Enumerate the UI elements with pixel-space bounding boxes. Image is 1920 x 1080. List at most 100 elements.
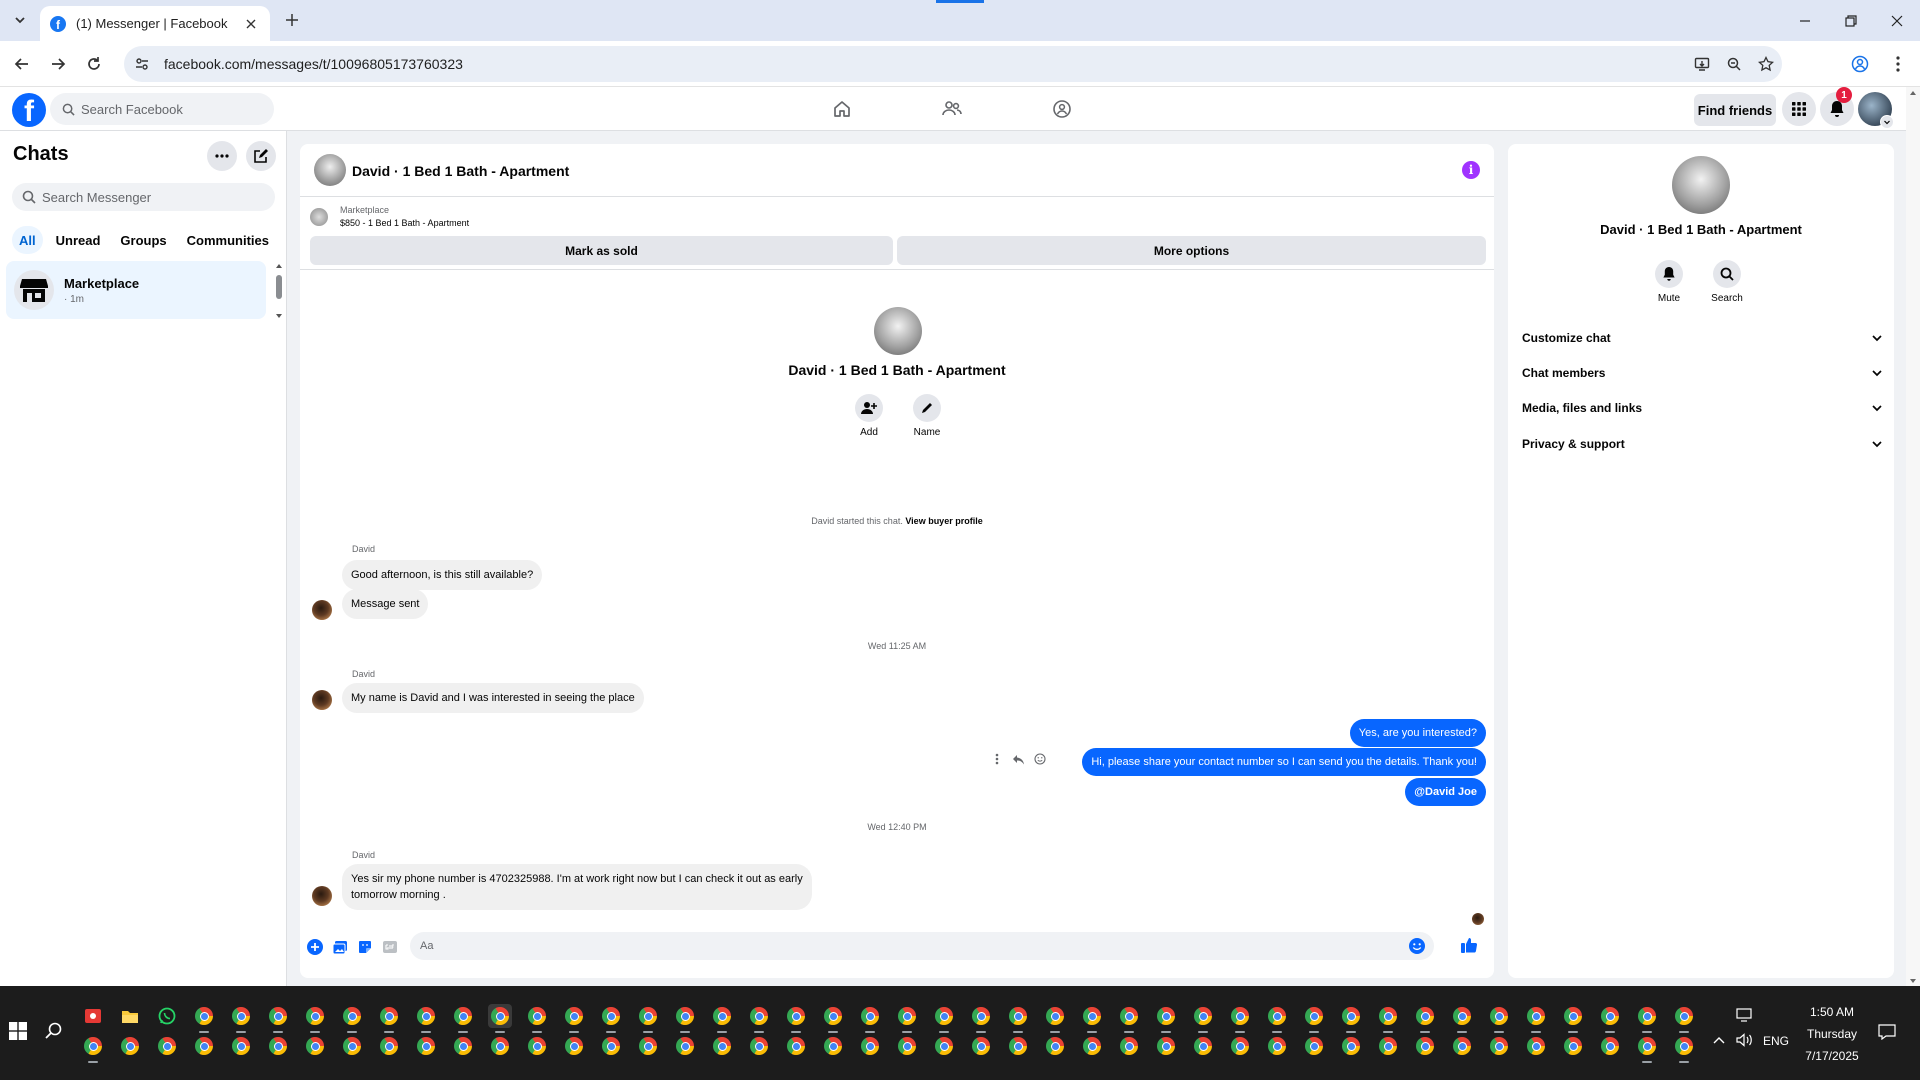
taskbar-chrome-icon[interactable] (1228, 1004, 1252, 1033)
taskbar-chrome-icon[interactable] (1561, 1034, 1585, 1058)
taskbar-chrome-icon[interactable] (895, 1004, 919, 1033)
taskbar-chrome-icon[interactable] (1672, 1034, 1696, 1063)
taskbar-chrome-icon[interactable] (1265, 1034, 1289, 1058)
taskbar-chrome-icon[interactable] (562, 1034, 586, 1058)
taskbar-chrome-icon[interactable] (784, 1034, 808, 1058)
taskbar-chrome-icon[interactable] (1376, 1034, 1400, 1058)
new-tab-button[interactable] (280, 8, 304, 32)
filter-all[interactable]: All (12, 226, 43, 254)
menu-grid-icon[interactable] (1782, 92, 1816, 126)
sticker-icon[interactable] (356, 938, 374, 956)
taskbar-chrome-icon[interactable] (1450, 1004, 1474, 1033)
incoming-message[interactable]: Yes sir my phone number is 4702325988. I… (342, 864, 812, 910)
taskbar-chrome-icon[interactable] (118, 1034, 142, 1058)
forward-button[interactable] (44, 50, 72, 78)
filter-unread[interactable]: Unread (49, 226, 108, 254)
network-notification-icon[interactable] (1736, 1007, 1754, 1023)
taskbar-chrome-icon[interactable] (155, 1034, 179, 1058)
profile-icon[interactable] (1846, 50, 1874, 78)
incoming-message[interactable]: My name is David and I was interested in… (342, 683, 644, 713)
taskbar-chrome-icon[interactable] (1561, 1004, 1585, 1033)
taskbar-chrome-icon[interactable] (969, 1034, 993, 1058)
conversation-avatar[interactable] (314, 154, 346, 186)
taskbar-chrome-icon[interactable] (303, 1034, 327, 1058)
plus-circle-icon[interactable] (306, 938, 324, 956)
messenger-search[interactable] (12, 183, 275, 211)
name-chat-action[interactable]: Name (902, 394, 952, 438)
outgoing-message[interactable]: Yes, are you interested? (1349, 719, 1486, 747)
taskbar-chrome-icon[interactable] (377, 1004, 401, 1033)
taskbar-chrome-icon[interactable] (858, 1034, 882, 1058)
taskbar-date[interactable]: 7/17/2025 (1800, 1049, 1864, 1063)
taskbar-chrome-icon[interactable] (932, 1004, 956, 1033)
taskbar-chrome-icon[interactable] (488, 1034, 512, 1058)
gif-icon[interactable] (381, 938, 399, 956)
taskbar-chrome-icon[interactable] (1228, 1034, 1252, 1058)
facebook-search-input[interactable] (81, 101, 231, 117)
media-files-links-section[interactable]: Media, files and links (1518, 392, 1888, 424)
photo-icon[interactable] (331, 938, 349, 956)
language-indicator[interactable]: ENG (1763, 1034, 1789, 1048)
taskbar-chrome-icon[interactable] (1043, 1004, 1067, 1033)
taskbar-chrome-icon[interactable] (673, 1034, 697, 1058)
account-chevron-icon[interactable] (1880, 115, 1894, 129)
taskbar-chrome-icon[interactable] (1598, 1034, 1622, 1058)
reload-button[interactable] (80, 50, 108, 78)
taskbar-chrome-icon[interactable] (1339, 1034, 1363, 1058)
taskbar-chrome-icon[interactable] (1154, 1034, 1178, 1058)
privacy-support-section[interactable]: Privacy & support (1518, 428, 1888, 460)
message-input-box[interactable] (410, 932, 1434, 960)
taskbar-chrome-icon[interactable] (1191, 1004, 1215, 1033)
taskbar-file-explorer-icon[interactable] (118, 1004, 142, 1028)
taskbar-chrome-icon[interactable] (414, 1034, 438, 1058)
facebook-search[interactable] (50, 93, 274, 125)
taskbar-whatsapp-icon[interactable] (155, 1004, 179, 1028)
minimize-button[interactable] (1782, 0, 1828, 41)
customize-chat-section[interactable]: Customize chat (1518, 322, 1888, 354)
page-scrollbar[interactable] (1906, 87, 1920, 987)
david-avatar[interactable] (312, 886, 332, 906)
mark-as-sold-button[interactable]: Mark as sold (310, 236, 893, 265)
taskbar-chrome-icon[interactable] (636, 1004, 660, 1033)
taskbar-chrome-icon[interactable] (340, 1034, 364, 1058)
tab-close-icon[interactable] (242, 15, 260, 33)
taskbar-chrome-icon[interactable] (1006, 1004, 1030, 1033)
search-in-chat-action[interactable]: Search (1702, 260, 1752, 304)
taskbar-chrome-icon[interactable] (1117, 1034, 1141, 1058)
taskbar-chrome-icon[interactable] (1080, 1034, 1104, 1058)
taskbar-chrome-icon[interactable] (1117, 1004, 1141, 1033)
taskbar-chrome-icon[interactable] (710, 1034, 734, 1058)
taskbar-search-icon[interactable] (42, 1019, 66, 1043)
home-nav-icon[interactable] (826, 93, 858, 125)
outgoing-mention-message[interactable]: @David Joe (1405, 778, 1486, 806)
taskbar-chrome-icon[interactable] (1302, 1004, 1326, 1033)
groups-nav-icon[interactable] (1046, 93, 1078, 125)
taskbar-chrome-icon[interactable] (1154, 1004, 1178, 1033)
taskbar-chrome-icon[interactable] (1635, 1004, 1659, 1033)
chats-options-button[interactable] (207, 141, 237, 171)
taskbar-chrome-icon[interactable] (1487, 1034, 1511, 1058)
info-icon[interactable]: i (1462, 161, 1480, 179)
taskbar-chrome-icon[interactable] (1413, 1004, 1437, 1033)
more-options-button[interactable]: More options (897, 236, 1486, 265)
david-avatar[interactable] (312, 690, 332, 710)
address-bar[interactable]: facebook.com/messages/t/1009680517376032… (124, 46, 1782, 82)
taskbar-chrome-icon[interactable] (673, 1004, 697, 1033)
taskbar-chrome-icon[interactable] (932, 1034, 956, 1058)
windows-start-icon[interactable] (6, 1019, 30, 1043)
details-avatar[interactable] (1672, 156, 1730, 214)
chat-list-item-marketplace[interactable]: Marketplace · 1m (6, 261, 266, 319)
back-button[interactable] (8, 50, 36, 78)
taskbar-chrome-icon[interactable] (821, 1004, 845, 1033)
taskbar-recorder-icon[interactable] (81, 1004, 105, 1028)
find-friends-button[interactable]: Find friends (1694, 94, 1776, 126)
taskbar-chrome-icon[interactable] (266, 1034, 290, 1058)
show-hidden-icons-chevron-icon[interactable] (1713, 1036, 1725, 1044)
taskbar-chrome-icon[interactable] (525, 1034, 549, 1058)
filter-groups[interactable]: Groups (113, 226, 173, 254)
react-emoji-icon[interactable] (1030, 753, 1050, 765)
conversation-title[interactable]: David · 1 Bed 1 Bath - Apartment (352, 163, 569, 179)
taskbar-chrome-icon[interactable] (451, 1004, 475, 1033)
browser-menu-icon[interactable] (1884, 50, 1912, 78)
taskbar-chrome-icon[interactable] (1672, 1004, 1696, 1033)
